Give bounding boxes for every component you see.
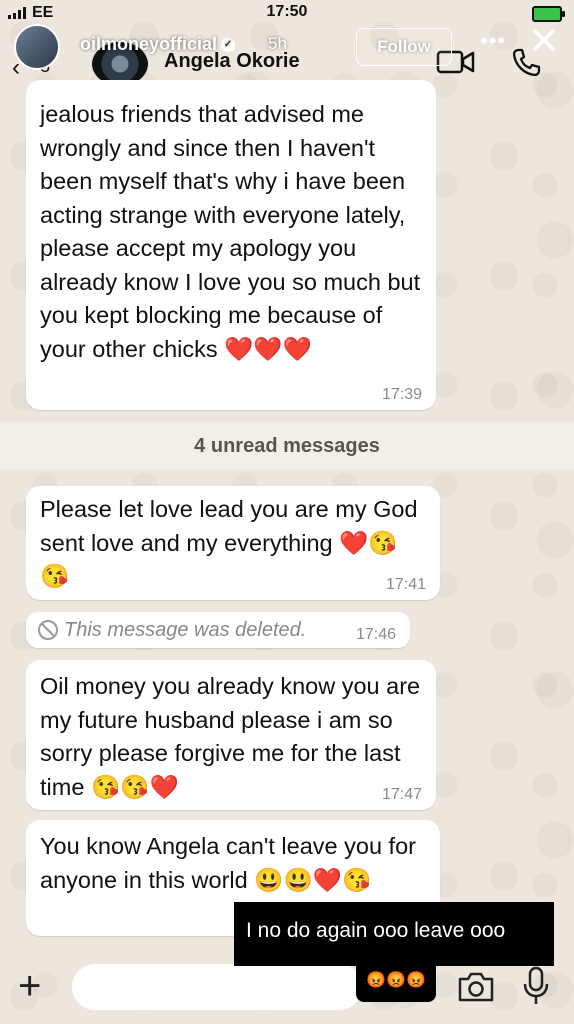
message-time: 17:47 [381,786,422,803]
story-username-text: oilmoneyofficial [80,34,218,54]
story-caption-text: I no do again ooo leave ooo [246,919,506,942]
story-caption-emoji: 😡😡😡 [356,958,436,1002]
camera-icon[interactable] [456,970,496,1004]
story-avatar[interactable] [14,24,60,70]
message-bubble[interactable]: Please let love lead you are my God sent… [26,486,440,600]
message-bubble[interactable]: jealous friends that advised me wrongly … [26,80,436,410]
deleted-message-text: This message was deleted. [64,619,307,641]
message-input[interactable] [72,964,362,1010]
unread-messages-banner: 4 unread messages [0,422,574,470]
message-emoji: 😘😘❤️ [90,773,179,800]
microphone-icon[interactable] [520,966,552,1006]
attach-plus-button[interactable]: + [18,966,41,1006]
more-options-icon[interactable]: ••• [480,28,506,54]
story-age: 5h [268,34,287,53]
message-bubble[interactable]: Oil money you already know you are my fu… [26,660,436,810]
story-username[interactable]: oilmoneyofficial ✓ [80,34,236,55]
deleted-message[interactable]: This message was deleted. 17:46 [26,612,410,648]
close-icon[interactable]: ✕ [528,22,560,62]
story-caption: I no do again ooo leave ooo [234,902,554,966]
message-time: 17:41 [385,576,426,593]
verified-badge-icon: ✓ [221,38,236,53]
battery-icon [532,6,565,22]
message-emoji: ❤️❤️❤️ [224,335,312,362]
status-time: 17:50 [266,3,308,20]
message-time: 17:46 [355,626,396,643]
story-header: oilmoneyofficial ✓ 5h Follow ••• ✕ [0,22,574,70]
message-emoji: 😃😃❤️😘 [254,866,372,893]
message-time: 17:39 [381,386,422,403]
follow-button[interactable]: Follow [356,28,452,66]
blocked-icon [38,620,58,640]
message-text: jealous friends that advised me wrongly … [40,101,421,362]
